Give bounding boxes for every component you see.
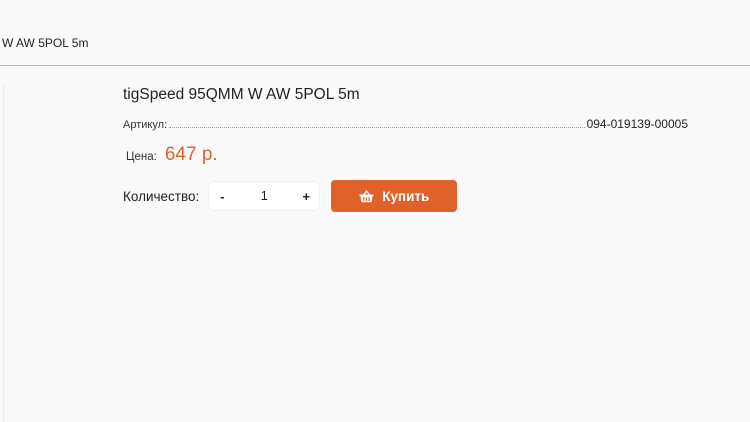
- price-label: Цена:: [126, 151, 157, 163]
- buy-button-label: Купить: [382, 188, 430, 204]
- sku-leader-dots: [169, 127, 585, 128]
- product-card: tigSpeed 95QMM W AW 5POL 5m Артикул: 094…: [123, 85, 688, 212]
- buy-button[interactable]: Купить: [331, 180, 458, 212]
- breadcrumb: W AW 5POL 5m: [2, 36, 89, 50]
- quantity-input[interactable]: [235, 188, 294, 204]
- breadcrumb-bar: W AW 5POL 5m: [0, 0, 750, 66]
- quantity-decrease-button[interactable]: -: [209, 182, 235, 210]
- basket-icon: [359, 189, 374, 203]
- quantity-stepper: - +: [209, 182, 320, 210]
- sku-row: Артикул: 094-019139-00005: [123, 117, 688, 131]
- quantity-row: Количество: - + Купить: [123, 180, 688, 212]
- quantity-increase-button[interactable]: +: [293, 182, 319, 210]
- sku-label: Артикул:: [123, 119, 168, 131]
- quantity-label: Количество:: [123, 188, 200, 204]
- sku-value: 094-019139-00005: [586, 117, 688, 131]
- price-row: Цена: 647 р.: [123, 144, 688, 166]
- product-title: tigSpeed 95QMM W AW 5POL 5m: [123, 86, 360, 103]
- divider: [3, 84, 4, 422]
- price-value: 647 р.: [164, 144, 218, 165]
